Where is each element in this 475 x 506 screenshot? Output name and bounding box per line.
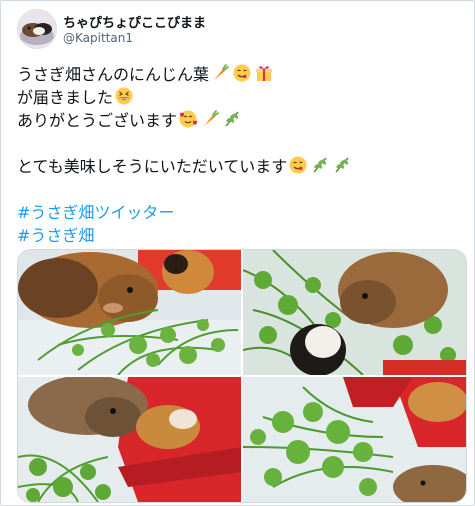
tweet-line-2: が届きました	[17, 86, 462, 109]
photo-grid	[17, 249, 467, 503]
hashtag-link-1[interactable]: #うさぎ畑ツイッター	[17, 201, 462, 224]
avatar[interactable]	[17, 9, 57, 49]
tweet-line-1-text: うさぎ畑さんのにんじん葉	[17, 65, 210, 84]
tweet-line-4-text: とても美味しそうにいただいています	[17, 157, 288, 176]
tweet-line-3: ありがとうございます	[17, 109, 462, 132]
grinning-squinting-face-icon	[115, 87, 133, 105]
display-name[interactable]: ちゃぴちょぴここぴまま	[63, 12, 206, 31]
carrot-greens-and-guinea-pigs-image	[243, 377, 466, 502]
yum-face-icon	[289, 156, 307, 174]
carrot-icon	[214, 64, 229, 80]
tweet-text: うさぎ畑さんのにんじん葉 が届きました ありがとうございます とても美味しそうに…	[17, 63, 462, 247]
photo-3[interactable]	[18, 377, 241, 502]
tweet-line-3-text: ありがとうございます	[17, 111, 178, 130]
herb-icon	[313, 157, 327, 173]
guinea-pigs-with-carrot-greens-image	[243, 250, 466, 375]
herb-icon	[225, 111, 239, 127]
guinea-pig-avatar-icon	[18, 10, 56, 48]
hashtag-link-2[interactable]: #うさぎ畑	[17, 224, 462, 247]
guinea-pigs-eating-carrot-greens-image	[18, 250, 241, 375]
herb-icon	[335, 157, 349, 173]
tweet-line-4: とても美味しそうにいただいています	[17, 155, 462, 178]
gift-icon	[256, 66, 273, 81]
tweet-line-2-text: が届きました	[17, 88, 114, 107]
tweet-card: ちゃぴちょぴここぴまま @Kapittan1 うさぎ畑さんのにんじん葉 が届きま…	[0, 0, 475, 506]
smiling-face-with-hearts-icon	[179, 110, 198, 128]
photo-1[interactable]	[18, 250, 241, 375]
photo-4[interactable]	[243, 377, 466, 502]
guinea-pigs-near-red-bowl-image	[18, 377, 241, 502]
carrot-icon	[204, 110, 219, 126]
yum-face-icon	[233, 64, 251, 82]
tweet-line-1: うさぎ畑さんのにんじん葉	[17, 63, 462, 86]
user-handle[interactable]: @Kapittan1	[63, 31, 133, 45]
photo-2[interactable]	[243, 250, 466, 375]
